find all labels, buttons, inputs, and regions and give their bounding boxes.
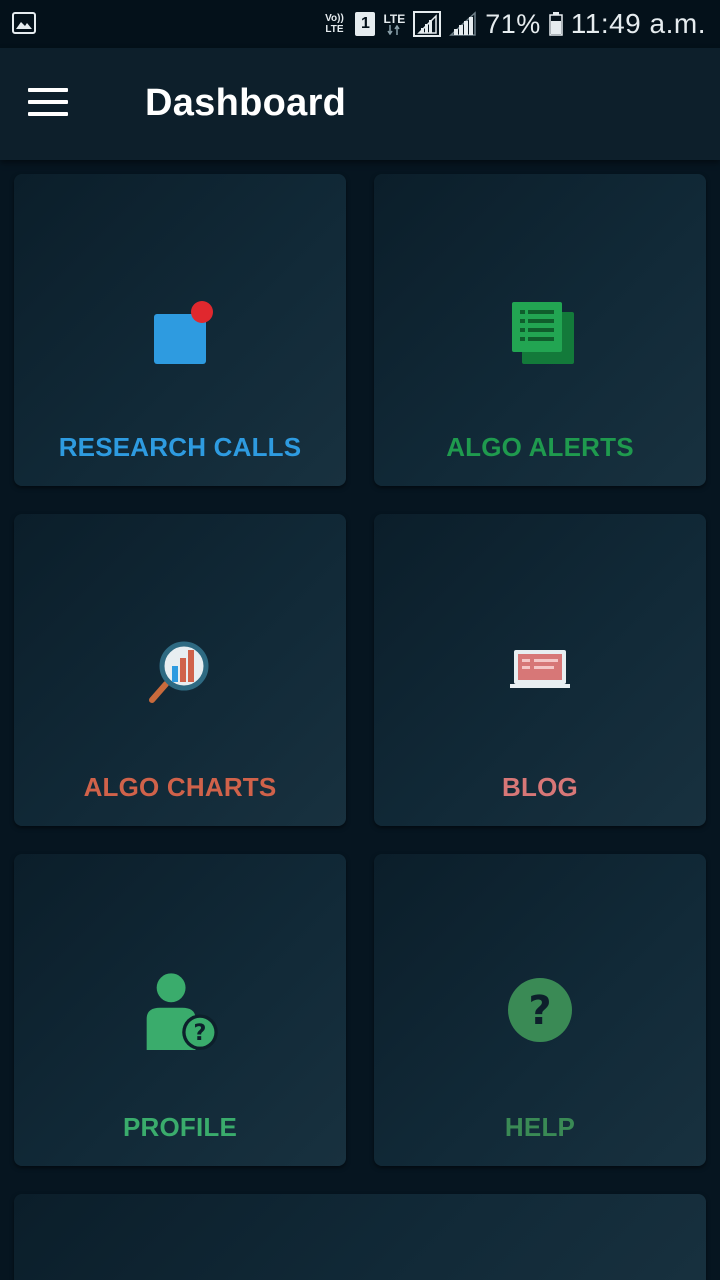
tile-blog[interactable]: BLOG: [374, 514, 706, 826]
status-bar: Vo)) LTE 1 LTE 71% 11:49 a.m.: [0, 0, 720, 48]
tile-label: PROFILE: [122, 1112, 238, 1142]
battery-percentage: 71%: [485, 8, 541, 39]
sim-slot-badge: 1: [355, 12, 376, 36]
algo-alerts-icon: [512, 302, 574, 364]
tile-label: BLOG: [502, 772, 578, 802]
blog-icon: [510, 650, 570, 688]
tile-algo-charts[interactable]: ALGO CHARTS: [14, 514, 346, 826]
tile-algo-alerts[interactable]: ALGO ALERTS: [374, 174, 706, 486]
volte-indicator: Vo)) LTE: [325, 13, 344, 35]
gallery-notification-icon: [12, 12, 36, 34]
signal-strength-icon-2: [449, 11, 476, 36]
hamburger-menu-icon[interactable]: [28, 88, 68, 120]
svg-text:?: ?: [194, 1020, 207, 1046]
page-title: Dashboard: [145, 82, 347, 124]
help-icon: ?: [508, 978, 572, 1042]
tile-label: RESEARCH CALLS: [58, 432, 302, 462]
svg-text:?: ?: [528, 988, 551, 1034]
tile-label: ALGO CHARTS: [83, 772, 277, 802]
research-calls-icon: [154, 301, 213, 364]
tile-label: ALGO ALERTS: [446, 432, 634, 462]
clock: 11:49 a.m.: [570, 8, 706, 39]
algo-charts-icon: [149, 641, 209, 703]
tile-profile[interactable]: ? PROFILE: [14, 854, 346, 1166]
battery-icon: [549, 12, 563, 36]
profile-icon: ?: [146, 973, 218, 1050]
tile-label: HELP: [504, 1112, 576, 1142]
data-arrows-icon: [387, 25, 400, 35]
tile-research-calls[interactable]: RESEARCH CALLS: [14, 174, 346, 486]
tile-help[interactable]: ? HELP: [374, 854, 706, 1166]
network-type-label: LTE: [383, 12, 406, 26]
app-bar: Dashboard: [0, 48, 720, 160]
tile-partial[interactable]: [14, 1194, 706, 1280]
signal-strength-icon: [413, 11, 442, 37]
